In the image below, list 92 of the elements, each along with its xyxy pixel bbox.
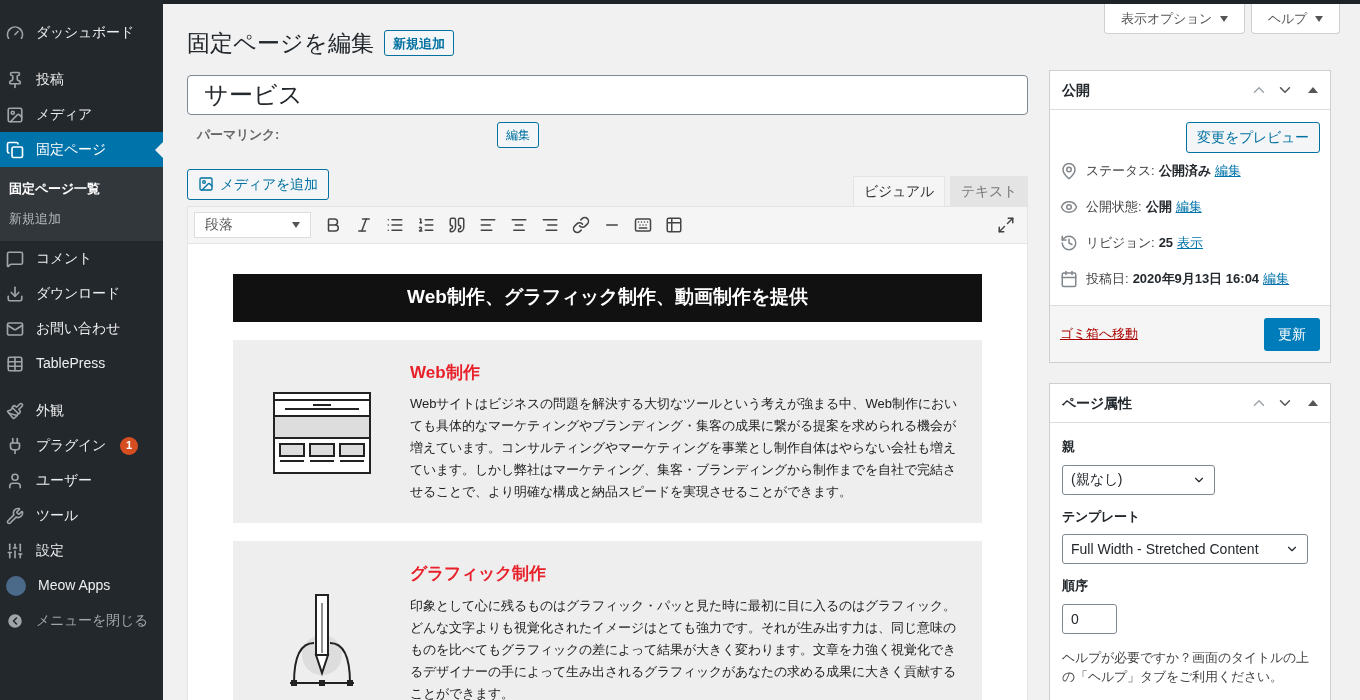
current-arrow-icon [155, 142, 163, 158]
sidebar-item[interactable]: ダッシュボード [0, 15, 163, 50]
screen-tab-button[interactable]: 表示オプション [1104, 4, 1245, 34]
sidebar-item[interactable]: Meow Apps [0, 568, 163, 603]
comment-icon [6, 249, 24, 268]
italic-icon[interactable] [355, 215, 373, 234]
dashboard-icon [6, 23, 24, 42]
meta-label: ステータス: [1086, 162, 1155, 181]
meta-value: 公開済み [1158, 162, 1211, 181]
sidebar-item[interactable]: ツール [0, 498, 163, 533]
numbered-list-icon[interactable] [417, 215, 435, 234]
avatar-icon [6, 575, 26, 596]
sidebar-item[interactable]: メディア [0, 97, 163, 132]
sidebar-item[interactable]: 外観 [0, 393, 163, 428]
preview-button[interactable]: 変更をプレビュー [1186, 122, 1320, 153]
box-title: 公開 [1062, 80, 1091, 100]
user-icon [6, 471, 24, 490]
service-description: Webサイトはビジネスの問題を解決する大切なツールという考えが強まる中、Web制作においても具体的なマーケティングやブランディング・集客の成果に繋がる提案を求められる機会が増えています。コンサルティングやマーケティングを事業とし制作自体はやらない会社も増えています。しかし弊社はマーケティング、集客・ブランディングから制作までを自社で完結させることで、より明確な構成と納品スピードを実現させることができます。 [410, 395, 958, 501]
caret-icon [1220, 15, 1228, 22]
help-text: ヘルプが必要ですか？画面のタイトルの上の「ヘルプ」タブをご利用ください。 [1062, 648, 1310, 686]
table-icon [6, 354, 24, 373]
meta-link[interactable]: 編集 [1214, 161, 1241, 181]
download-icon [6, 284, 24, 303]
website-layout-icon [272, 391, 371, 474]
pin-icon [1060, 162, 1078, 180]
meta-label: 公開状態: [1086, 198, 1142, 217]
permalink-edit-button[interactable]: 編集 [497, 121, 539, 148]
banner-heading: Web制作、グラフィック制作、動画制作を提供 [233, 273, 982, 322]
update-count-badge: 1 [120, 436, 138, 455]
meta-link[interactable]: 編集 [1175, 197, 1202, 217]
template-select[interactable]: Full Width - Stretched Content [1062, 534, 1308, 564]
sidebar-item[interactable]: 設定 [0, 533, 163, 568]
meta-link[interactable]: 編集 [1263, 269, 1290, 289]
field-label: 順序 [1062, 577, 1089, 595]
update-button[interactable]: 更新 [1264, 317, 1320, 351]
eye-icon [1060, 198, 1078, 216]
format-select[interactable]: 段落 [194, 211, 311, 238]
sidebar-item[interactable]: ダウンロード [0, 276, 163, 311]
meta-value: 公開 [1145, 198, 1172, 217]
field-label: 親 [1062, 438, 1076, 456]
page-heading: 固定ページを編集 [187, 29, 374, 58]
meta-link[interactable]: 表示 [1177, 233, 1204, 253]
service-title: グラフィック制作 [410, 563, 547, 585]
meta-label: リビジョン: [1086, 234, 1155, 253]
title-field[interactable]: サービス [187, 74, 1028, 115]
media-icon [198, 176, 214, 192]
meta-value: 2020年9月13日 16:04 [1132, 270, 1260, 289]
caret-icon [1315, 15, 1323, 22]
collapse-box-icon[interactable] [1308, 87, 1318, 93]
caret-icon [292, 221, 300, 228]
toolbar-toggle-icon[interactable] [634, 215, 652, 234]
brush-icon [6, 401, 24, 420]
field-label: テンプレート [1062, 507, 1141, 526]
submenu-item[interactable]: 固定ページ一覧 [0, 174, 163, 204]
sidebar-item[interactable]: お問い合わせ [0, 311, 163, 346]
screen-tab-button[interactable]: ヘルプ [1251, 4, 1340, 34]
collapse-box-icon[interactable] [1308, 400, 1318, 406]
sidebar-item[interactable]: 投稿 [0, 62, 163, 97]
sidebar-item[interactable]: 固定ページ [0, 132, 163, 167]
add-media-button[interactable]: メディアを追加 [187, 168, 329, 200]
service-description: 印象として心に残るものはグラフィック・パッと見た時に最初に目に入るのはグラフィック。どんな文字よりも視覚化されたイメージはとても強力です。それが生み出す力は、同じ意味のものを比べてもグラフィックの差によって結果が大きく変わります。文章を力強く視覚化できるデザイナーの手によって生み出されるグラフィックがあなたの求める成果に大きく貢献することができます。 [410, 596, 957, 700]
media-icon [6, 105, 24, 124]
sidebar-item[interactable]: ユーザー [0, 463, 163, 498]
editor-tab[interactable]: テキスト [950, 175, 1028, 206]
sidebar-item[interactable]: プラグイン 1 [0, 428, 163, 463]
pen-curve-icon [287, 593, 356, 689]
fullscreen-icon[interactable] [997, 215, 1015, 234]
quote-icon[interactable] [448, 215, 466, 234]
trash-link[interactable]: ゴミ箱へ移動 [1060, 324, 1138, 344]
add-new-button[interactable]: 新規追加 [384, 30, 454, 57]
sidebar-item[interactable]: コメント [0, 241, 163, 276]
permalink-label: パーマリンク: [197, 125, 281, 144]
collapse-icon [6, 611, 24, 630]
link-icon[interactable] [572, 215, 590, 234]
submenu-item[interactable]: 新規追加 [0, 204, 163, 234]
service-title: Web制作 [410, 361, 481, 384]
pages-icon [6, 140, 24, 159]
history-icon [1060, 234, 1078, 252]
mail-icon [6, 319, 24, 338]
editor-tab[interactable]: ビジュアル [853, 175, 945, 206]
pin-icon [6, 70, 24, 89]
collapse-menu-button[interactable]: メニューを閉じる [0, 603, 163, 638]
calendar-icon [1060, 270, 1078, 288]
sidebar-item[interactable]: TablePress [0, 346, 163, 381]
sliders-icon [6, 541, 24, 560]
table-icon[interactable] [665, 215, 683, 234]
order-field[interactable]: 0 [1062, 603, 1117, 634]
wrench-icon [6, 506, 24, 525]
meta-label: 投稿日: [1086, 270, 1129, 289]
meta-value: 25 [1158, 234, 1174, 253]
parent-select[interactable]: (親なし) [1062, 464, 1215, 495]
box-title: ページ属性 [1062, 393, 1133, 413]
